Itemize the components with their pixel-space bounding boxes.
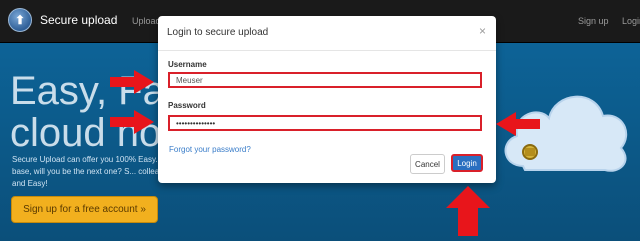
upload-arrow-icon: ⬆ <box>8 8 32 32</box>
arrow-left-icon <box>496 112 540 136</box>
arrow-right-icon <box>110 110 154 134</box>
login-modal: Login to secure upload × Username Meuser… <box>158 16 496 183</box>
modal-title: Login to secure upload <box>167 27 269 38</box>
cancel-button[interactable]: Cancel <box>410 154 445 174</box>
password-label: Password <box>168 101 206 110</box>
arrow-right-icon <box>110 70 154 94</box>
nav-signup-link[interactable]: Sign up <box>578 16 609 26</box>
brand[interactable]: ⬆ Secure upload <box>8 8 117 32</box>
login-button[interactable]: Login <box>451 154 483 172</box>
arrow-up-icon <box>446 186 490 236</box>
username-field[interactable]: Meuser <box>168 72 482 88</box>
signup-cta-button[interactable]: Sign up for a free account » <box>11 196 158 223</box>
close-icon[interactable]: × <box>479 24 486 38</box>
nav-upload-link[interactable]: Upload <box>132 16 161 26</box>
nav-login-link[interactable]: Login <box>622 16 640 26</box>
forgot-password-link[interactable]: Forgot your password? <box>169 145 251 154</box>
modal-header: Login to secure upload × <box>158 16 496 51</box>
username-label: Username <box>168 60 207 69</box>
password-field[interactable]: •••••••••••••• <box>168 115 482 131</box>
brand-name: Secure upload <box>40 13 118 27</box>
